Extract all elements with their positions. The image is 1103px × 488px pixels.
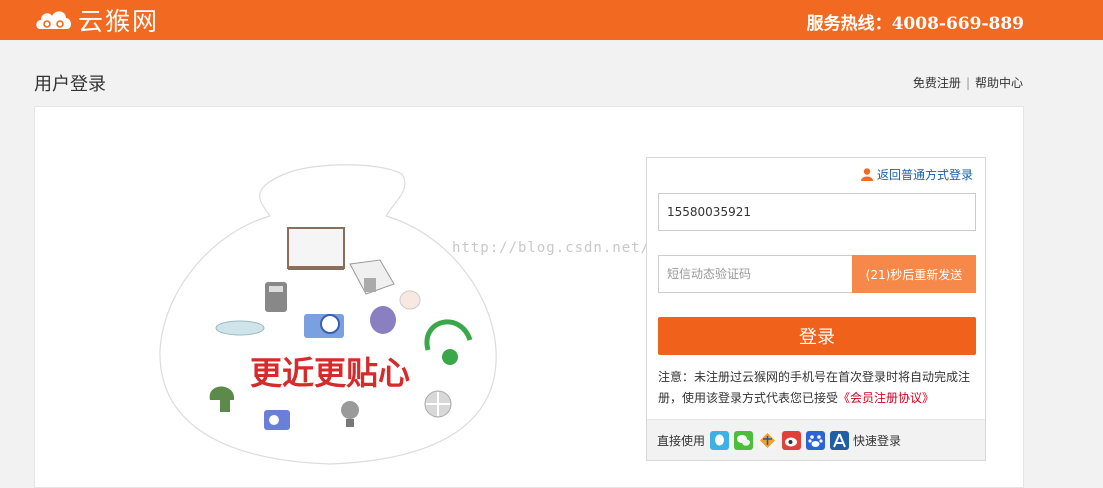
tv-icon (287, 227, 345, 270)
radio-icon (264, 410, 290, 430)
headset-icon (424, 319, 473, 365)
login-button[interactable]: 登录 (658, 317, 976, 355)
register-link[interactable]: 免费注册 (913, 74, 961, 91)
watermark-text: http://blog.csdn.net/ (452, 240, 651, 256)
quick-login-bar: 直接使用 快速登录 (647, 419, 985, 460)
wechat-icon[interactable] (734, 430, 754, 450)
top-links: 免费注册 | 帮助中心 (913, 74, 1023, 91)
racket-icon (370, 306, 396, 334)
page-title: 用户登录 (34, 74, 106, 95)
promo-illustration: 更近更贴心 (159, 164, 497, 465)
phone-input[interactable] (658, 193, 976, 231)
quick-login-prefix: 直接使用 (657, 433, 706, 448)
user-icon (860, 168, 873, 181)
cloud-logo-icon (36, 11, 72, 29)
camera-icon (304, 314, 344, 338)
weibo-icon[interactable] (782, 430, 802, 450)
baidu-icon[interactable] (806, 430, 826, 450)
link-divider: | (965, 75, 970, 90)
alipay-icon[interactable] (758, 430, 778, 450)
renren-icon[interactable] (830, 430, 850, 450)
sms-login-form: 返回普通方式登录 (21)秒后重新发送 登录 注意：未注册过云猴网的手机号在首次… (646, 157, 986, 461)
normal-login-label: 返回普通方式登录 (876, 168, 973, 182)
qq-icon[interactable] (710, 430, 730, 450)
login-notice: 注意：未注册过云猴网的手机号在首次登录时将自动完成注册，使用该登录方式代表您已接… (658, 367, 976, 409)
quick-login-suffix: 快速登录 (853, 433, 902, 448)
logo-text: 云猴网 (78, 7, 160, 36)
help-center-link[interactable]: 帮助中心 (975, 74, 1023, 91)
top-bar: 云猴网 服务热线：4008-669-889 (0, 0, 1103, 40)
egg-icon (399, 290, 421, 310)
plate-icon (215, 320, 265, 336)
mushroom-icon (209, 386, 235, 412)
service-hotline: 服务热线：4008-669-889 (806, 14, 1024, 34)
resend-code-button[interactable]: (21)秒后重新发送 (852, 255, 976, 293)
logo[interactable]: 云猴网 (34, 5, 160, 36)
calculator-icon (265, 282, 287, 312)
milk-box-icon (349, 259, 395, 295)
lightbulb-icon (341, 401, 359, 427)
normal-login-link[interactable]: 返回普通方式登录 (860, 166, 973, 183)
slogan-text: 更近更贴心 (250, 354, 410, 392)
orange-slice-icon (424, 390, 452, 418)
member-agreement-link[interactable]: 《会员注册协议》 (838, 391, 934, 405)
sms-code-input[interactable] (658, 255, 852, 293)
